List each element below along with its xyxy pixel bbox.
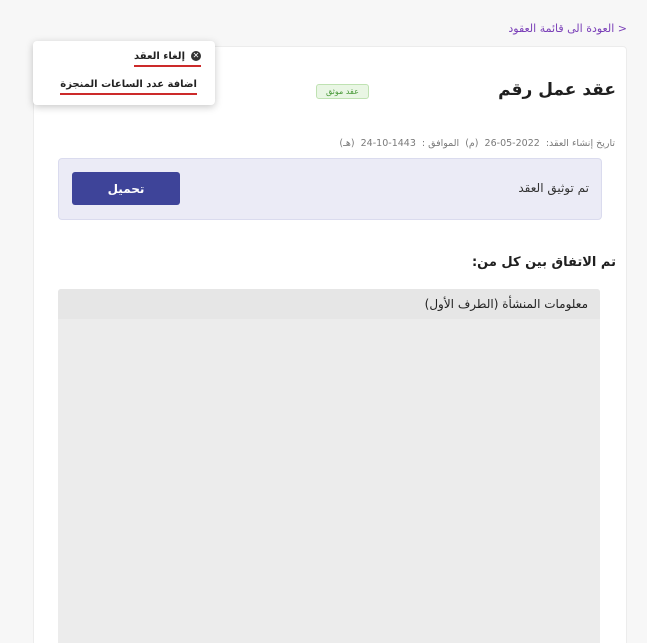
- creation-date-line: تاريخ إنشاء العقد: 2022-05-26 (م) المواف…: [336, 138, 615, 149]
- status-badge: عقد موثق: [316, 84, 369, 99]
- page: < العودة الى قائمة العقود عقد عمل رقم عق…: [0, 0, 647, 643]
- documentation-text: تم توثيق العقد: [518, 181, 589, 195]
- contract-title: عقد عمل رقم: [498, 80, 616, 100]
- back-to-contracts-link[interactable]: < العودة الى قائمة العقود: [508, 22, 627, 35]
- establishment-panel-title: معلومات المنشأة (الطرف الأول): [424, 297, 588, 311]
- hijri-date-value: 1443-10-24: [360, 138, 416, 149]
- establishment-panel-header[interactable]: معلومات المنشأة (الطرف الأول): [58, 289, 600, 319]
- add-completed-hours-menu-item[interactable]: اضافة عدد الساعات المنجزة: [60, 79, 197, 95]
- hijri-marker: (هـ): [339, 138, 355, 149]
- cancel-contract-label: إلغاء العقد: [134, 51, 185, 62]
- actions-dropdown-menu: ✕ إلغاء العقد اضافة عدد الساعات المنجزة: [33, 41, 215, 105]
- documentation-box: تم توثيق العقد تحميل: [58, 158, 602, 220]
- creation-date-value: 2022-05-26: [484, 138, 540, 149]
- cancel-contract-menu-item[interactable]: ✕ إلغاء العقد: [134, 51, 201, 67]
- corresponding-label: الموافق :: [421, 138, 460, 149]
- establishment-info-panel: معلومات المنشأة (الطرف الأول): [58, 289, 600, 643]
- download-button[interactable]: تحميل: [72, 172, 180, 205]
- close-circle-icon: ✕: [191, 51, 201, 61]
- creation-date-label: تاريخ إنشاء العقد:: [545, 138, 615, 149]
- contract-card: عقد عمل رقم عقد موثق تاريخ إنشاء العقد: …: [33, 46, 627, 643]
- gregorian-marker: (م): [465, 138, 479, 149]
- agreement-heading: تم الاتفاق بين كل من:: [471, 255, 616, 270]
